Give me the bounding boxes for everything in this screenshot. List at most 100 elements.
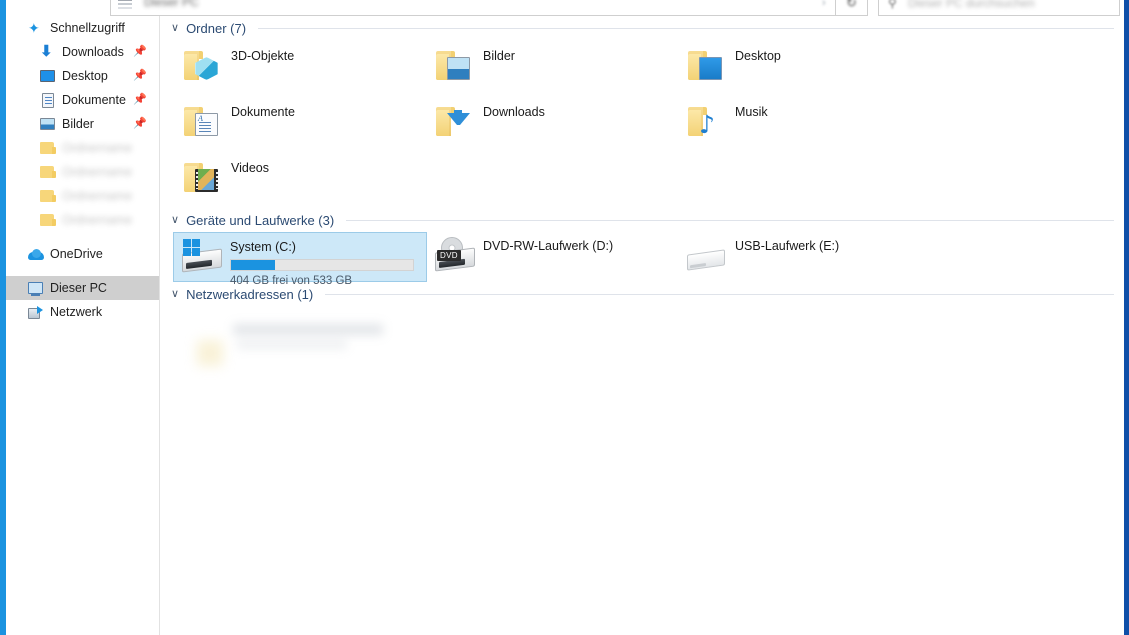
drive-details: USB-Laufwerk (E:) <box>735 236 839 253</box>
group-header-drives[interactable]: ∨ Geräte und Laufwerke (3) <box>161 208 1124 232</box>
folder-item-label: Dokumente <box>231 105 295 119</box>
folder-item-icon <box>179 44 225 90</box>
star-icon: ✦ <box>28 20 40 36</box>
drive-capacity-bar <box>230 259 414 271</box>
download-arrow-icon: ⬇ <box>40 43 53 60</box>
network-icon <box>28 304 44 320</box>
drive-item[interactable]: System (C:) 404 GB frei von 533 GB <box>173 232 427 287</box>
document-emblem <box>195 113 218 136</box>
drive-details: System (C:) 404 GB frei von 533 GB <box>230 237 414 287</box>
video-emblem <box>195 169 218 192</box>
folder-item[interactable]: Bilder <box>431 40 683 96</box>
sidebar-item-onedrive[interactable]: OneDrive <box>6 242 159 266</box>
folder-item-label: Desktop <box>735 49 781 63</box>
folder-icon <box>40 164 56 180</box>
address-dropdown-chevron-icon[interactable]: › <box>822 0 826 9</box>
sidebar-item-dieser-pc[interactable]: Dieser PC <box>6 276 159 300</box>
sidebar-item-desktop[interactable]: Desktop 📌 <box>6 64 159 88</box>
drive-item[interactable]: USB-Laufwerk (E:) <box>679 232 931 282</box>
network-location-label <box>233 324 383 335</box>
document-icon <box>40 92 56 108</box>
group-title: Geräte und Laufwerke (3) <box>186 212 335 228</box>
sidebar-item-hidden-6[interactable]: Ordnername <box>6 160 159 184</box>
folder-item[interactable]: Videos <box>179 152 431 208</box>
folder-item-icon: ♪ <box>683 100 729 146</box>
folder-item-label: Bilder <box>483 49 515 63</box>
group-drives: ∨ Geräte und Laufwerke (3) System (C:) 404 … <box>161 208 1124 287</box>
group-header-folders[interactable]: ∨ Ordner (7) <box>161 16 1124 40</box>
pin-icon[interactable]: 📌 <box>133 46 147 58</box>
sidebar-item-label: OneDrive <box>50 247 103 261</box>
folder-icon <box>40 140 56 156</box>
windows-logo-pane <box>183 239 191 247</box>
folder-icon <box>40 188 56 204</box>
sidebar-item-hidden-7[interactable]: Ordnername <box>6 184 159 208</box>
sidebar-item-dokumente[interactable]: Dokumente 📌 <box>6 88 159 112</box>
network-location-item[interactable] <box>191 318 451 372</box>
folder-item-icon <box>683 44 729 90</box>
folder-grid: 3D-Objekte Bilder Desktop Dokumente Download… <box>161 40 1124 208</box>
folder-icon <box>436 107 470 136</box>
group-folders: ∨ Ordner (7) 3D-Objekte Bilder Desktop Dokume… <box>161 16 1124 208</box>
picture-emblem <box>447 57 470 80</box>
sidebar-item-downloads[interactable]: ⬇ Downloads 📌 <box>6 40 159 64</box>
drive-label: DVD-RW-Laufwerk (D:) <box>483 239 614 253</box>
folder-item[interactable]: Downloads <box>431 96 683 152</box>
chevron-down-icon[interactable]: ∨ <box>171 214 179 226</box>
group-network: ∨ Netzwerkadressen (1) <box>161 282 1124 372</box>
folder-item[interactable]: Dokumente <box>179 96 431 152</box>
windows-logo-pane <box>183 248 191 256</box>
folder-icon <box>184 163 218 192</box>
film-strip <box>198 169 214 190</box>
drive-item[interactable]: DVD DVD-RW-Laufwerk (D:) <box>427 232 679 282</box>
sidebar-item-netzwerk[interactable]: Netzwerk <box>6 300 159 324</box>
sidebar-item-hidden-5[interactable]: Ordnername <box>6 136 159 160</box>
address-toolbar: Dieser PC › ↻ ⚲ Dieser PC durchsuchen <box>6 0 1124 16</box>
chevron-down-icon[interactable]: ∨ <box>171 288 179 300</box>
sidebar-item-hidden-8[interactable]: Ordnername <box>6 208 159 232</box>
drive-details: DVD-RW-Laufwerk (D:) <box>483 236 613 253</box>
sidebar-item-label: Bilder <box>62 117 94 131</box>
pin-icon[interactable]: 📌 <box>133 94 147 106</box>
sidebar-item-label: Ordnername <box>62 141 133 155</box>
folder-icon <box>40 212 56 228</box>
pin-icon[interactable]: 📌 <box>133 70 147 82</box>
folder-item-icon <box>179 156 225 202</box>
folder-item-icon <box>431 100 477 146</box>
folder-icon <box>184 51 218 80</box>
hard-disk-icon <box>178 237 226 279</box>
refresh-icon: ↻ <box>846 0 857 10</box>
sidebar-item-label: Desktop <box>62 69 108 83</box>
sidebar-item-label: Ordnername <box>62 189 133 203</box>
sidebar-item-schnellzugriff[interactable]: ✦ Schnellzugriff <box>6 16 159 40</box>
navigation-pane[interactable]: ✦ Schnellzugriff ⬇ Downloads 📌 Desktop 📌 Dokume… <box>6 16 160 635</box>
folder-icon <box>436 51 470 80</box>
file-explorer-window: Dieser PC › ↻ ⚲ Dieser PC durchsuchen ✦ S… <box>0 0 1129 635</box>
folder-item-label: Downloads <box>483 105 545 119</box>
folder-icon: ♪ <box>688 107 722 137</box>
drive-label: System (C:) <box>230 240 296 254</box>
group-header-network[interactable]: ∨ Netzwerkadressen (1) <box>161 282 1124 306</box>
group-title: Netzwerkadressen (1) <box>186 286 314 302</box>
drive-capacity-fill <box>231 260 275 270</box>
monitor-icon <box>40 68 56 84</box>
sidebar-item-label: Ordnername <box>62 165 133 179</box>
sidebar-item-bilder[interactable]: Bilder 📌 <box>6 112 159 136</box>
desktop-emblem <box>699 57 722 80</box>
chevron-down-icon[interactable]: ∨ <box>171 22 179 34</box>
windows-logo-pane <box>192 248 200 256</box>
items-view[interactable]: ∨ Ordner (7) 3D-Objekte Bilder Desktop Dokume… <box>161 16 1124 635</box>
folder-item[interactable]: ♪ Musik <box>683 96 935 152</box>
download-emblem <box>447 113 470 136</box>
folder-item[interactable]: 3D-Objekte <box>179 40 431 96</box>
picture-icon <box>40 116 56 132</box>
window-right-accent-border <box>1124 0 1129 635</box>
group-divider <box>346 219 1114 221</box>
folder-item[interactable]: Desktop <box>683 40 935 96</box>
pin-icon[interactable]: 📌 <box>133 118 147 130</box>
address-bar[interactable] <box>110 0 836 16</box>
group-divider <box>325 293 1114 295</box>
folder-item-icon <box>431 44 477 90</box>
sidebar-item-label: Dokumente <box>62 93 126 107</box>
